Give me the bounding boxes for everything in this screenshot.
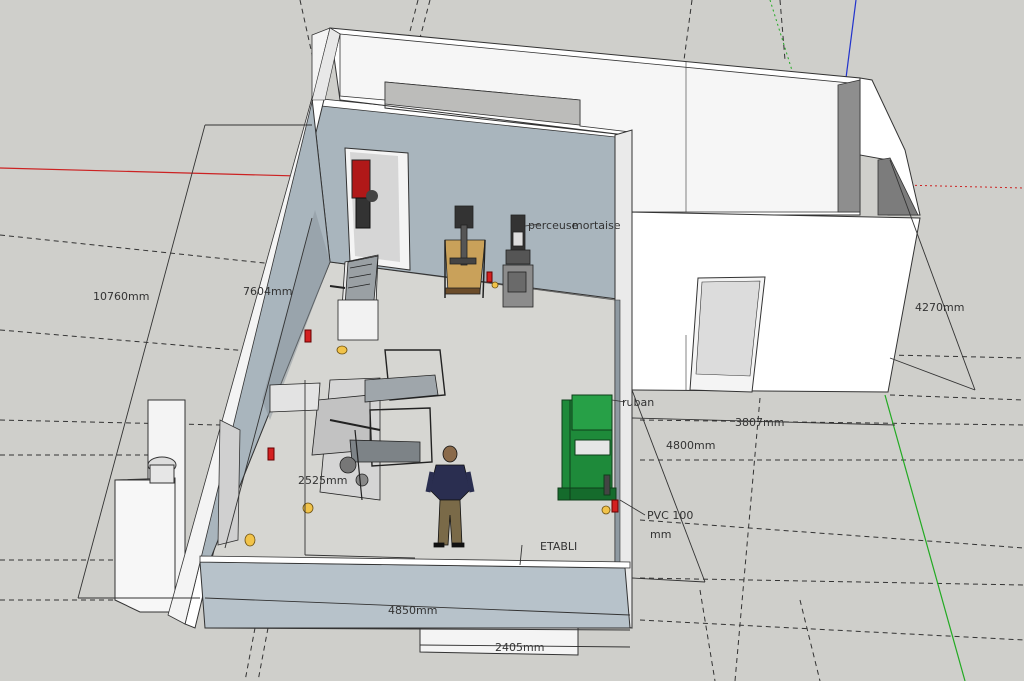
- dim-room-depth: 4800mm: [666, 439, 715, 452]
- right-room-front-wall: [631, 211, 921, 393]
- workshop-3d-plan: 10760mm 7604mm 4270mm 3807mm 4800mm 4850…: [0, 0, 1024, 681]
- dim-right-depth: 4270mm: [915, 301, 964, 314]
- bandsaw: [557, 394, 617, 501]
- dim-right-width: 3807mm: [735, 416, 784, 429]
- label-mortiser: mortaise: [572, 219, 621, 232]
- dim-front-width: 4850mm: [388, 604, 437, 617]
- right-room-east-inner: [837, 79, 861, 213]
- right-room-door-inner: [695, 280, 761, 377]
- label-drill-press: perceuse: [528, 219, 579, 232]
- dim-machine-spacing: 2525mm: [298, 474, 347, 487]
- label-pvc-line2: mm: [650, 528, 671, 541]
- label-workbench: ETABLI: [540, 540, 577, 553]
- front-wall-outer: [199, 561, 631, 629]
- dim-interior-length: 7604mm: [243, 285, 292, 298]
- dim-overall-length: 10760mm: [93, 290, 149, 303]
- left-doorway-frame: [217, 419, 241, 546]
- label-bandsaw: ruban: [622, 396, 654, 409]
- label-pvc-line1: PVC 100: [647, 509, 693, 522]
- dim-door-width: 2405mm: [495, 641, 544, 654]
